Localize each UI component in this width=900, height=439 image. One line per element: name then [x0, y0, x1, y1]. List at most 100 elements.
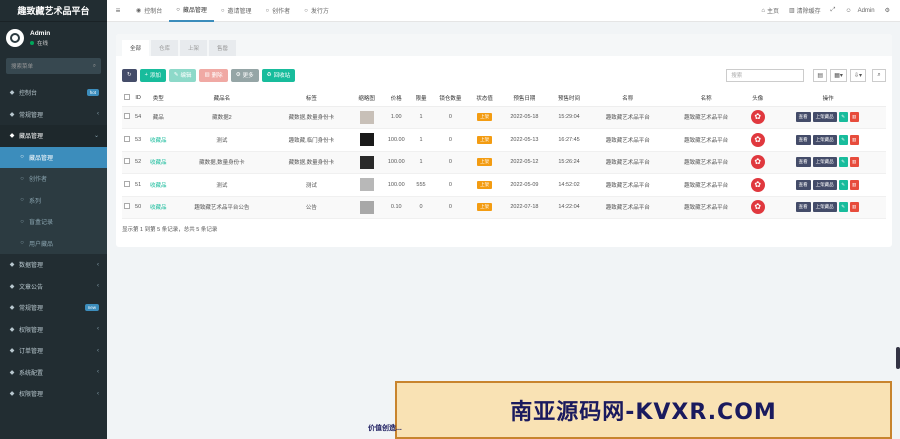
delete-row-button[interactable]: ▥: [849, 157, 859, 168]
brand-logo[interactable]: 趣致藏艺术品平台: [0, 0, 107, 22]
sidebar-item-1[interactable]: ◆ 常规管理 ‹: [0, 104, 107, 126]
filter-tab-0[interactable]: 全部: [122, 40, 150, 56]
shelve-button[interactable]: 上架藏品: [812, 157, 837, 168]
thumbnail-image[interactable]: [359, 178, 374, 192]
filter-tab-2[interactable]: 上架: [180, 40, 208, 56]
fullscreen-icon[interactable]: ⤢: [831, 7, 836, 14]
add-button[interactable]: + 添加: [139, 68, 166, 82]
column-header[interactable]: 标签: [270, 90, 352, 107]
row-checkbox[interactable]: [124, 135, 131, 142]
view-button[interactable]: 查看: [795, 157, 811, 168]
column-header[interactable]: 类型: [143, 90, 173, 107]
thumbnail-image[interactable]: [359, 110, 374, 124]
select-all-checkbox[interactable]: [124, 93, 131, 100]
edit-row-button[interactable]: ✎: [838, 179, 848, 190]
column-header[interactable]: 头像: [745, 90, 771, 107]
cell-thumb[interactable]: [351, 173, 382, 197]
columns-icon[interactable]: ▦▾: [830, 68, 847, 82]
view-button[interactable]: 查看: [795, 134, 811, 145]
settings-icon[interactable]: ⚙: [885, 7, 890, 14]
table-row[interactable]: 54 藏品 藏数据2 藏数据,数量身份卡 1.00 1 0 上架 2022-05-18 15:29…: [122, 106, 886, 129]
thumbnail-image[interactable]: [359, 155, 374, 169]
column-header[interactable]: 预售日期: [499, 90, 550, 107]
top-tab-3[interactable]: ○ 创作者: [259, 0, 298, 22]
top-tab-4[interactable]: ○ 发行方: [297, 0, 336, 22]
shelve-button[interactable]: 上架藏品: [812, 202, 837, 213]
top-tab-1[interactable]: ○ 藏品管理: [169, 0, 214, 22]
sidebar-item-10[interactable]: ◆ 常规管理 new: [0, 297, 107, 319]
menu-toggle-icon[interactable]: ≡: [107, 6, 129, 15]
edit-row-button[interactable]: ✎: [838, 112, 848, 123]
sidebar-item-12[interactable]: ◆ 订单管理 ‹: [0, 340, 107, 362]
shelve-button[interactable]: 上架藏品: [812, 134, 837, 145]
column-header[interactable]: 名称: [588, 90, 667, 107]
view-button[interactable]: 查看: [795, 112, 811, 123]
filter-tab-3[interactable]: 售罄: [209, 40, 237, 56]
row-checkbox[interactable]: [124, 158, 131, 165]
column-header[interactable]: 预售时间: [549, 90, 589, 107]
page-scrollbar[interactable]: [896, 347, 900, 369]
table-row[interactable]: 51 收藏品 测试 测试 100.00 555 0 上架 2022-05-09 14:52:02 趣…: [122, 173, 886, 197]
filter-tab-1[interactable]: 仓库: [151, 40, 179, 56]
table-search-input[interactable]: 搜索: [726, 68, 805, 82]
search-icon[interactable]: ⌕: [872, 68, 886, 82]
sidebar-item-2[interactable]: ◆ 藏品管理 ⌄: [0, 125, 107, 147]
edit-row-button[interactable]: ✎: [838, 134, 848, 145]
edit-row-button[interactable]: ✎: [838, 202, 848, 213]
clear-cache-button[interactable]: ▥ 清除缓存: [789, 6, 821, 15]
row-checkbox[interactable]: [124, 180, 131, 187]
sidebar-item-4[interactable]: ○ 创作者: [0, 168, 107, 190]
sidebar-item-5[interactable]: ○ 系列: [0, 189, 107, 211]
sidebar-item-14[interactable]: ◆ 权限管理 ‹: [0, 383, 107, 405]
column-header[interactable]: 锁仓数量: [430, 90, 470, 107]
cell-thumb[interactable]: [351, 151, 382, 174]
shelve-button[interactable]: 上架藏品: [812, 179, 837, 190]
sidebar-item-9[interactable]: ◆ 文章公告 ‹: [0, 276, 107, 298]
table-row[interactable]: 52 收藏品 藏数据,数量身份卡 藏数据,数量身份卡 100.00 1 0 上架 2022-05…: [122, 151, 886, 174]
sidebar-item-8[interactable]: ◆ 数据管理 ‹: [0, 254, 107, 276]
view-button[interactable]: 查看: [795, 179, 811, 190]
export-icon[interactable]: ⇩▾: [849, 68, 866, 82]
row-checkbox[interactable]: [124, 113, 131, 120]
column-header[interactable]: ID: [132, 90, 144, 107]
column-header[interactable]: 价格: [381, 90, 412, 107]
view-button[interactable]: 查看: [795, 202, 811, 213]
more-button[interactable]: ⚙ 更多: [230, 68, 259, 82]
column-header[interactable]: 操作: [770, 90, 886, 107]
refresh-button[interactable]: ↻: [122, 68, 137, 82]
thumbnail-image[interactable]: [359, 200, 374, 214]
admin-menu[interactable]: ☺ Admin: [845, 8, 874, 14]
cell-thumb[interactable]: [351, 196, 382, 219]
column-header[interactable]: 藏品名: [172, 90, 271, 107]
delete-row-button[interactable]: ▥: [849, 179, 859, 190]
delete-row-button[interactable]: ▥: [849, 202, 859, 213]
sidebar-item-3[interactable]: ○ 藏品管理: [0, 146, 107, 168]
sidebar-item-6[interactable]: ○ 盲盒记录: [0, 211, 107, 233]
sidebar-search-input[interactable]: 搜索菜单 ⌕: [6, 58, 101, 74]
column-header[interactable]: 限量: [411, 90, 431, 107]
thumbnail-image[interactable]: [359, 133, 374, 147]
sidebar-item-0[interactable]: ◆ 控制台 hot: [0, 82, 107, 104]
sidebar-item-11[interactable]: ◆ 权限管理 ‹: [0, 319, 107, 341]
column-header[interactable]: 状态值: [469, 90, 500, 107]
recycle-button[interactable]: ♻ 回收站: [261, 68, 296, 82]
sidebar-item-13[interactable]: ◆ 系统配置 ‹: [0, 362, 107, 384]
sidebar-item-7[interactable]: ○ 用户藏品: [0, 232, 107, 254]
toggle-view-icon[interactable]: ▤: [813, 68, 828, 82]
column-header[interactable]: 名称: [666, 90, 746, 107]
table-row[interactable]: 53 收藏品 测试 趣致藏,临门身份卡 100.00 1 0 上架 2022-05-13 16:2…: [122, 128, 886, 152]
home-link[interactable]: ⌂ 主页: [761, 6, 779, 16]
top-tab-2[interactable]: ○ 邀请管理: [214, 0, 259, 22]
column-header[interactable]: 缩略图: [351, 90, 382, 107]
edit-row-button[interactable]: ✎: [838, 157, 848, 168]
delete-row-button[interactable]: ▥: [849, 112, 859, 123]
row-checkbox[interactable]: [124, 203, 131, 210]
table-row[interactable]: 50 收藏品 趣致藏艺术品平台公告 公告 0.10 0 0 上架 2022-07-18 14:22…: [122, 196, 886, 219]
edit-button[interactable]: ✎ 编辑: [168, 68, 197, 82]
cell-thumb[interactable]: [351, 128, 382, 152]
delete-button[interactable]: ▥ 删除: [199, 68, 228, 82]
cell-thumb[interactable]: [351, 106, 382, 129]
top-tab-0[interactable]: ◉ 控制台: [129, 0, 169, 22]
delete-row-button[interactable]: ▥: [849, 134, 859, 145]
shelve-button[interactable]: 上架藏品: [812, 112, 837, 123]
